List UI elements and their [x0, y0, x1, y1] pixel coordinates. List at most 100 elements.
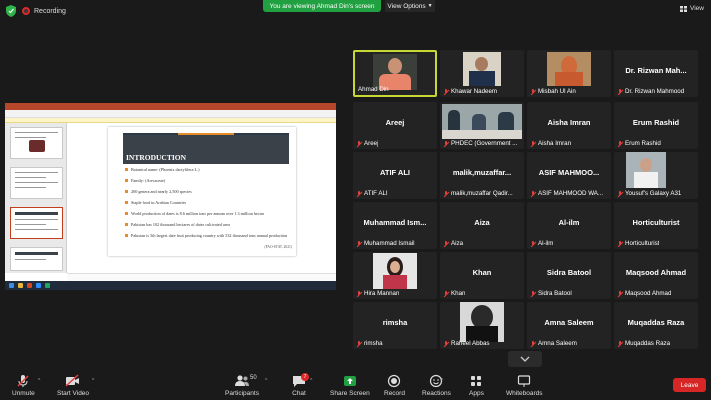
- participant-tile[interactable]: Muhammad Ism... Muhammad Ismail: [353, 202, 437, 249]
- slide-thumbnail[interactable]: [10, 167, 63, 199]
- participant-tile[interactable]: Horticulturist Horticulturist: [614, 202, 698, 249]
- mic-muted-icon: [617, 88, 623, 95]
- participant-name: ATIF ALI: [364, 190, 388, 197]
- chevron-down-icon: ▼: [427, 3, 433, 9]
- participant-display-name: Horticulturist: [632, 218, 680, 227]
- participant-tile[interactable]: Yousuf's Galaxy A31: [614, 152, 698, 199]
- participant-display-name: Khan: [472, 268, 492, 277]
- slide-bullet-list: Botanical name: (Phoenix dactylifera L.)…: [125, 167, 293, 247]
- participant-name: Dr. Rizwan Mahmood: [625, 88, 685, 95]
- view-options-label: View Options: [387, 2, 426, 10]
- participant-tile[interactable]: rimsha rimsha: [353, 302, 437, 349]
- slide-source-note: (FAO-STAT, 2021): [264, 245, 292, 249]
- mic-muted-icon: [617, 340, 623, 347]
- whiteboards-button[interactable]: Whiteboards: [506, 374, 543, 397]
- chat-options-caret[interactable]: ^: [310, 378, 312, 384]
- participant-name: Al-ilm: [538, 240, 554, 247]
- slide-thumbnail-selected[interactable]: [10, 207, 63, 239]
- participant-name: Maqsood Ahmad: [625, 290, 672, 297]
- participant-display-name: Areej: [385, 118, 405, 127]
- participant-name-label: Dr. Rizwan Mahmood: [617, 88, 684, 95]
- participant-tile[interactable]: Khawar Nadeem: [440, 50, 524, 97]
- participant-name-label: Ahmad Din: [358, 86, 389, 93]
- mic-muted-icon: [530, 88, 536, 95]
- recording-label: Recording: [34, 7, 66, 15]
- participant-tile[interactable]: Maqsood Ahmad Maqsood Ahmad: [614, 252, 698, 299]
- participants-count: 50: [250, 375, 257, 381]
- start-video-button[interactable]: Start Video: [57, 374, 89, 397]
- mic-muted-icon: [443, 190, 449, 197]
- share-screen-button[interactable]: Share Screen: [330, 374, 370, 397]
- participant-name: Amna Saleem: [538, 340, 577, 347]
- participant-tile[interactable]: Al-ilm Al-ilm: [527, 202, 611, 249]
- participant-name: Aiza: [451, 240, 464, 247]
- apps-button[interactable]: Apps: [469, 374, 484, 397]
- video-options-caret[interactable]: ^: [92, 378, 94, 384]
- record-dot-icon: [22, 7, 30, 15]
- record-label: Record: [384, 390, 405, 397]
- recording-indicator[interactable]: Recording: [22, 3, 66, 19]
- slide-bullet: Pakistan has 102 thousand hectares of da…: [125, 222, 293, 233]
- participant-tile[interactable]: Dr. Rizwan Mah... Dr. Rizwan Mahmood: [614, 50, 698, 97]
- unmute-label: Unmute: [12, 390, 35, 397]
- participant-tile[interactable]: ASIF MAHMOO... ASIF MAHMOOD WA...: [527, 152, 611, 199]
- current-slide: INTRODUCTION Botanical name: (Phoenix da…: [108, 127, 296, 256]
- reactions-label: Reactions: [422, 390, 451, 397]
- shield-icon[interactable]: [6, 5, 16, 17]
- participant-tile[interactable]: PHDEC (Government ...: [440, 102, 524, 149]
- windows-taskbar: [5, 281, 336, 290]
- participant-tile[interactable]: Ahmad Din: [353, 50, 437, 97]
- participant-name-label: ATIF ALI: [356, 190, 388, 197]
- participant-name-label: malik,muzaffar Qadir...: [443, 190, 513, 197]
- mic-muted-icon: [356, 140, 362, 147]
- participant-name: Raheel Abbas: [451, 340, 490, 347]
- participant-tile[interactable]: Khan Khan: [440, 252, 524, 299]
- view-button[interactable]: View: [680, 5, 704, 12]
- participant-tile[interactable]: ATIF ALI ATIF ALI: [353, 152, 437, 199]
- participant-tile[interactable]: malik,muzaffar... malik,muzaffar Qadir...: [440, 152, 524, 199]
- participant-tile[interactable]: Erum Rashid Erum Rashid: [614, 102, 698, 149]
- participant-display-name: Muqaddas Raza: [627, 318, 685, 327]
- participant-tile[interactable]: Muqaddas Raza Muqaddas Raza: [614, 302, 698, 349]
- participant-tile[interactable]: Areej Areej: [353, 102, 437, 149]
- participant-display-name: Sidra Batool: [546, 268, 592, 277]
- powerpoint-ribbon: [5, 110, 336, 118]
- participant-tile[interactable]: Raheel Abbas: [440, 302, 524, 349]
- reactions-button[interactable]: Reactions: [422, 374, 451, 397]
- participants-options-caret[interactable]: ^: [265, 378, 267, 384]
- participant-tile[interactable]: Sidra Batool Sidra Batool: [527, 252, 611, 299]
- participant-display-name: Al-ilm: [558, 218, 580, 227]
- share-screen-label: Share Screen: [330, 390, 370, 397]
- participant-tile[interactable]: Aisha Imran Aisha Imran: [527, 102, 611, 149]
- reactions-options-caret[interactable]: ^: [441, 378, 443, 384]
- slide-thumbnail[interactable]: [10, 127, 63, 159]
- slide-bullet: 200 genera and nearly 2,500 species: [125, 189, 293, 200]
- unmute-button[interactable]: Unmute: [12, 374, 35, 397]
- participant-name: Horticulturist: [625, 240, 660, 247]
- audio-options-caret[interactable]: ^: [38, 378, 40, 384]
- participant-tile[interactable]: Misbah Ul Ain: [527, 50, 611, 97]
- mic-muted-icon: [617, 140, 623, 147]
- speaker-notes-pane: [67, 273, 336, 281]
- participant-name: Erum Rashid: [625, 140, 661, 147]
- slide-thumbnail[interactable]: [10, 247, 63, 271]
- leave-button[interactable]: Leave: [673, 378, 706, 392]
- participant-display-name: rimsha: [382, 318, 408, 327]
- participant-name-label: Areej: [356, 140, 378, 147]
- participant-display-name: Aisha Imran: [547, 118, 591, 127]
- participant-name-label: Yousuf's Galaxy A31: [617, 190, 681, 197]
- participant-tile[interactable]: Amna Saleem Amna Saleem: [527, 302, 611, 349]
- mic-muted-icon: [443, 240, 449, 247]
- participant-name: Sidra Batool: [538, 290, 572, 297]
- record-button[interactable]: Record: [384, 374, 405, 397]
- mic-muted-icon: [530, 190, 536, 197]
- view-options-button[interactable]: View Options ▼: [385, 0, 435, 12]
- participant-name: Hira Mannan: [364, 290, 400, 297]
- mic-muted-icon: [530, 240, 536, 247]
- participant-tile[interactable]: Aiza Aiza: [440, 202, 524, 249]
- participant-name-label: Khan: [443, 290, 465, 297]
- participant-tile[interactable]: Hira Mannan: [353, 252, 437, 299]
- grid-scroll-down-button[interactable]: [508, 351, 542, 367]
- participant-name: Aisha Imran: [538, 140, 572, 147]
- participant-name: ASIF MAHMOOD WA...: [538, 190, 604, 197]
